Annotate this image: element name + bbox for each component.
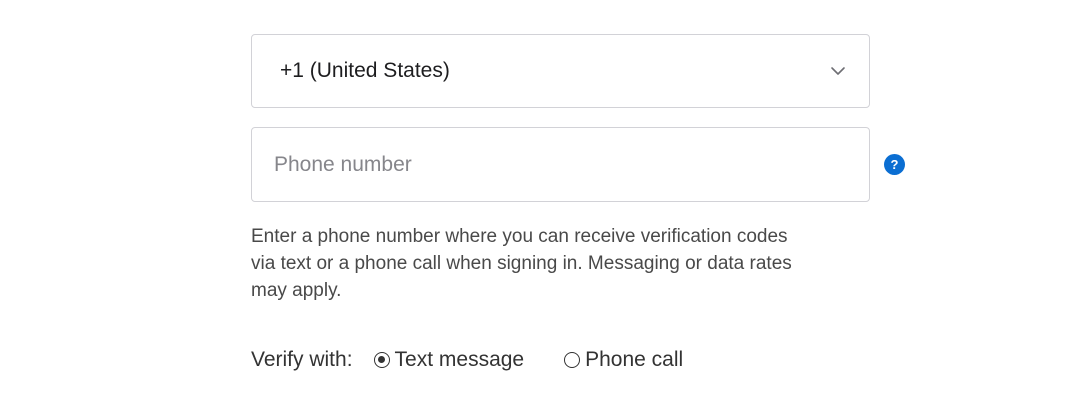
radio-text-message[interactable] bbox=[373, 352, 390, 368]
phone-number-row: ? bbox=[251, 127, 911, 202]
phone-number-hint: Enter a phone number where you can recei… bbox=[251, 226, 792, 301]
radio-text-message-label: Text message bbox=[394, 348, 525, 371]
radio-phone-call-label: Phone call bbox=[585, 348, 684, 371]
country-code-value: +1 (United States) bbox=[280, 59, 450, 82]
verify-with-label: Verify with: bbox=[251, 348, 353, 371]
phone-number-input[interactable] bbox=[251, 127, 870, 202]
chevron-down-icon bbox=[831, 67, 845, 75]
verify-method-group: Verify with: Text message Phone call bbox=[251, 345, 911, 375]
country-code-select[interactable]: +1 (United States) bbox=[251, 34, 870, 108]
radio-phone-call[interactable] bbox=[564, 352, 581, 368]
phone-verification-form: +1 (United States) ? Enter a phone numbe… bbox=[251, 34, 911, 375]
radio-option-text-message[interactable]: Text message bbox=[373, 348, 525, 372]
question-icon[interactable]: ? bbox=[884, 154, 905, 175]
radio-option-phone-call[interactable]: Phone call bbox=[564, 348, 683, 372]
